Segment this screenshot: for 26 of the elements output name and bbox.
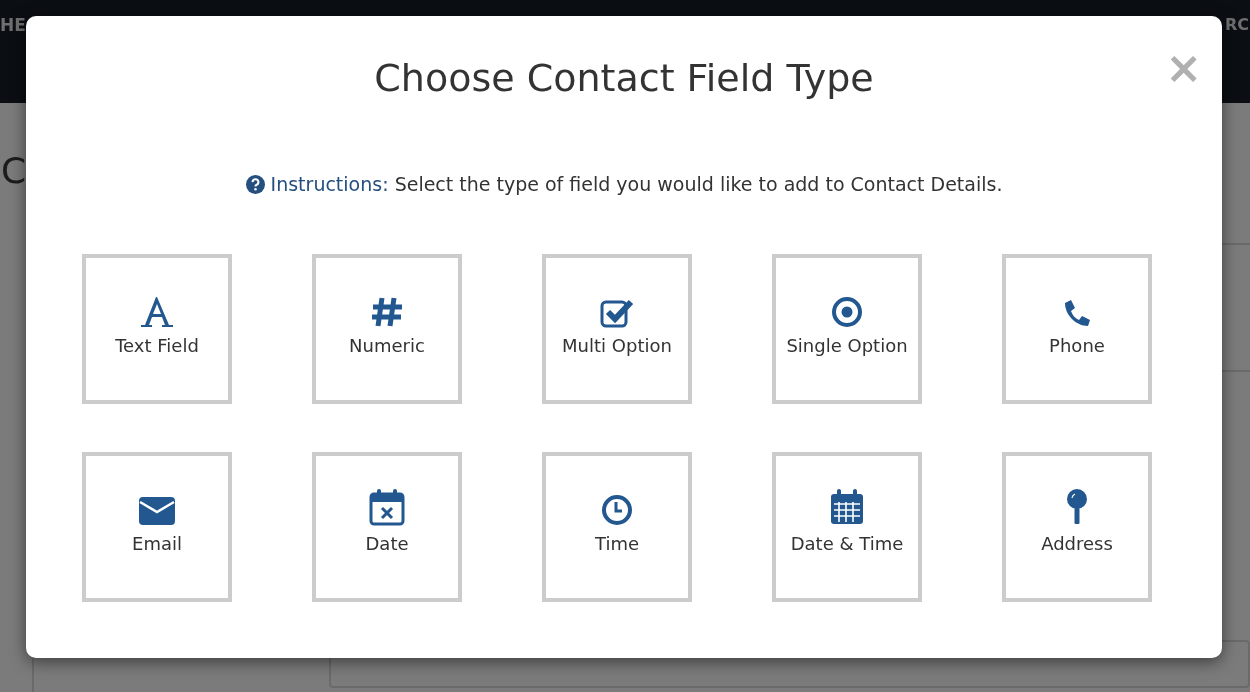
calendar-icon bbox=[829, 487, 865, 526]
field-type-tile[interactable]: Email bbox=[82, 452, 232, 603]
header-text: HE bbox=[0, 17, 26, 34]
field-type-tile[interactable]: Text Field bbox=[82, 254, 232, 405]
field-type-tile[interactable]: Date & Time bbox=[772, 452, 922, 603]
pin-icon bbox=[1065, 487, 1089, 526]
field-type-tile[interactable]: Date bbox=[312, 452, 462, 603]
radio-icon bbox=[831, 295, 863, 328]
page-heading: C bbox=[1, 153, 27, 189]
checkbox-icon bbox=[600, 297, 634, 328]
instructions-text: Instructions: Select the type of field you would like to add to Contact Details. bbox=[245, 169, 1003, 199]
envelope-icon bbox=[138, 495, 176, 526]
help-icon bbox=[245, 174, 265, 194]
header-text: RC bbox=[1224, 17, 1249, 33]
calendar-icon bbox=[369, 487, 405, 526]
field-type-tile[interactable]: Single Option bbox=[772, 254, 922, 405]
phone-icon bbox=[1062, 297, 1092, 328]
field-type-tile[interactable]: Phone bbox=[1002, 254, 1152, 405]
letter-icon bbox=[140, 295, 174, 328]
field-type-tile[interactable]: Multi Option bbox=[542, 254, 692, 405]
clock-icon bbox=[601, 493, 633, 526]
hash-icon bbox=[370, 295, 404, 328]
field-type-tile[interactable]: Numeric bbox=[312, 254, 462, 405]
field-type-tile[interactable]: Time bbox=[542, 452, 692, 603]
dialog-title: Choose Contact Field Type bbox=[374, 58, 874, 100]
field-type-tile[interactable]: Address bbox=[1002, 452, 1152, 603]
